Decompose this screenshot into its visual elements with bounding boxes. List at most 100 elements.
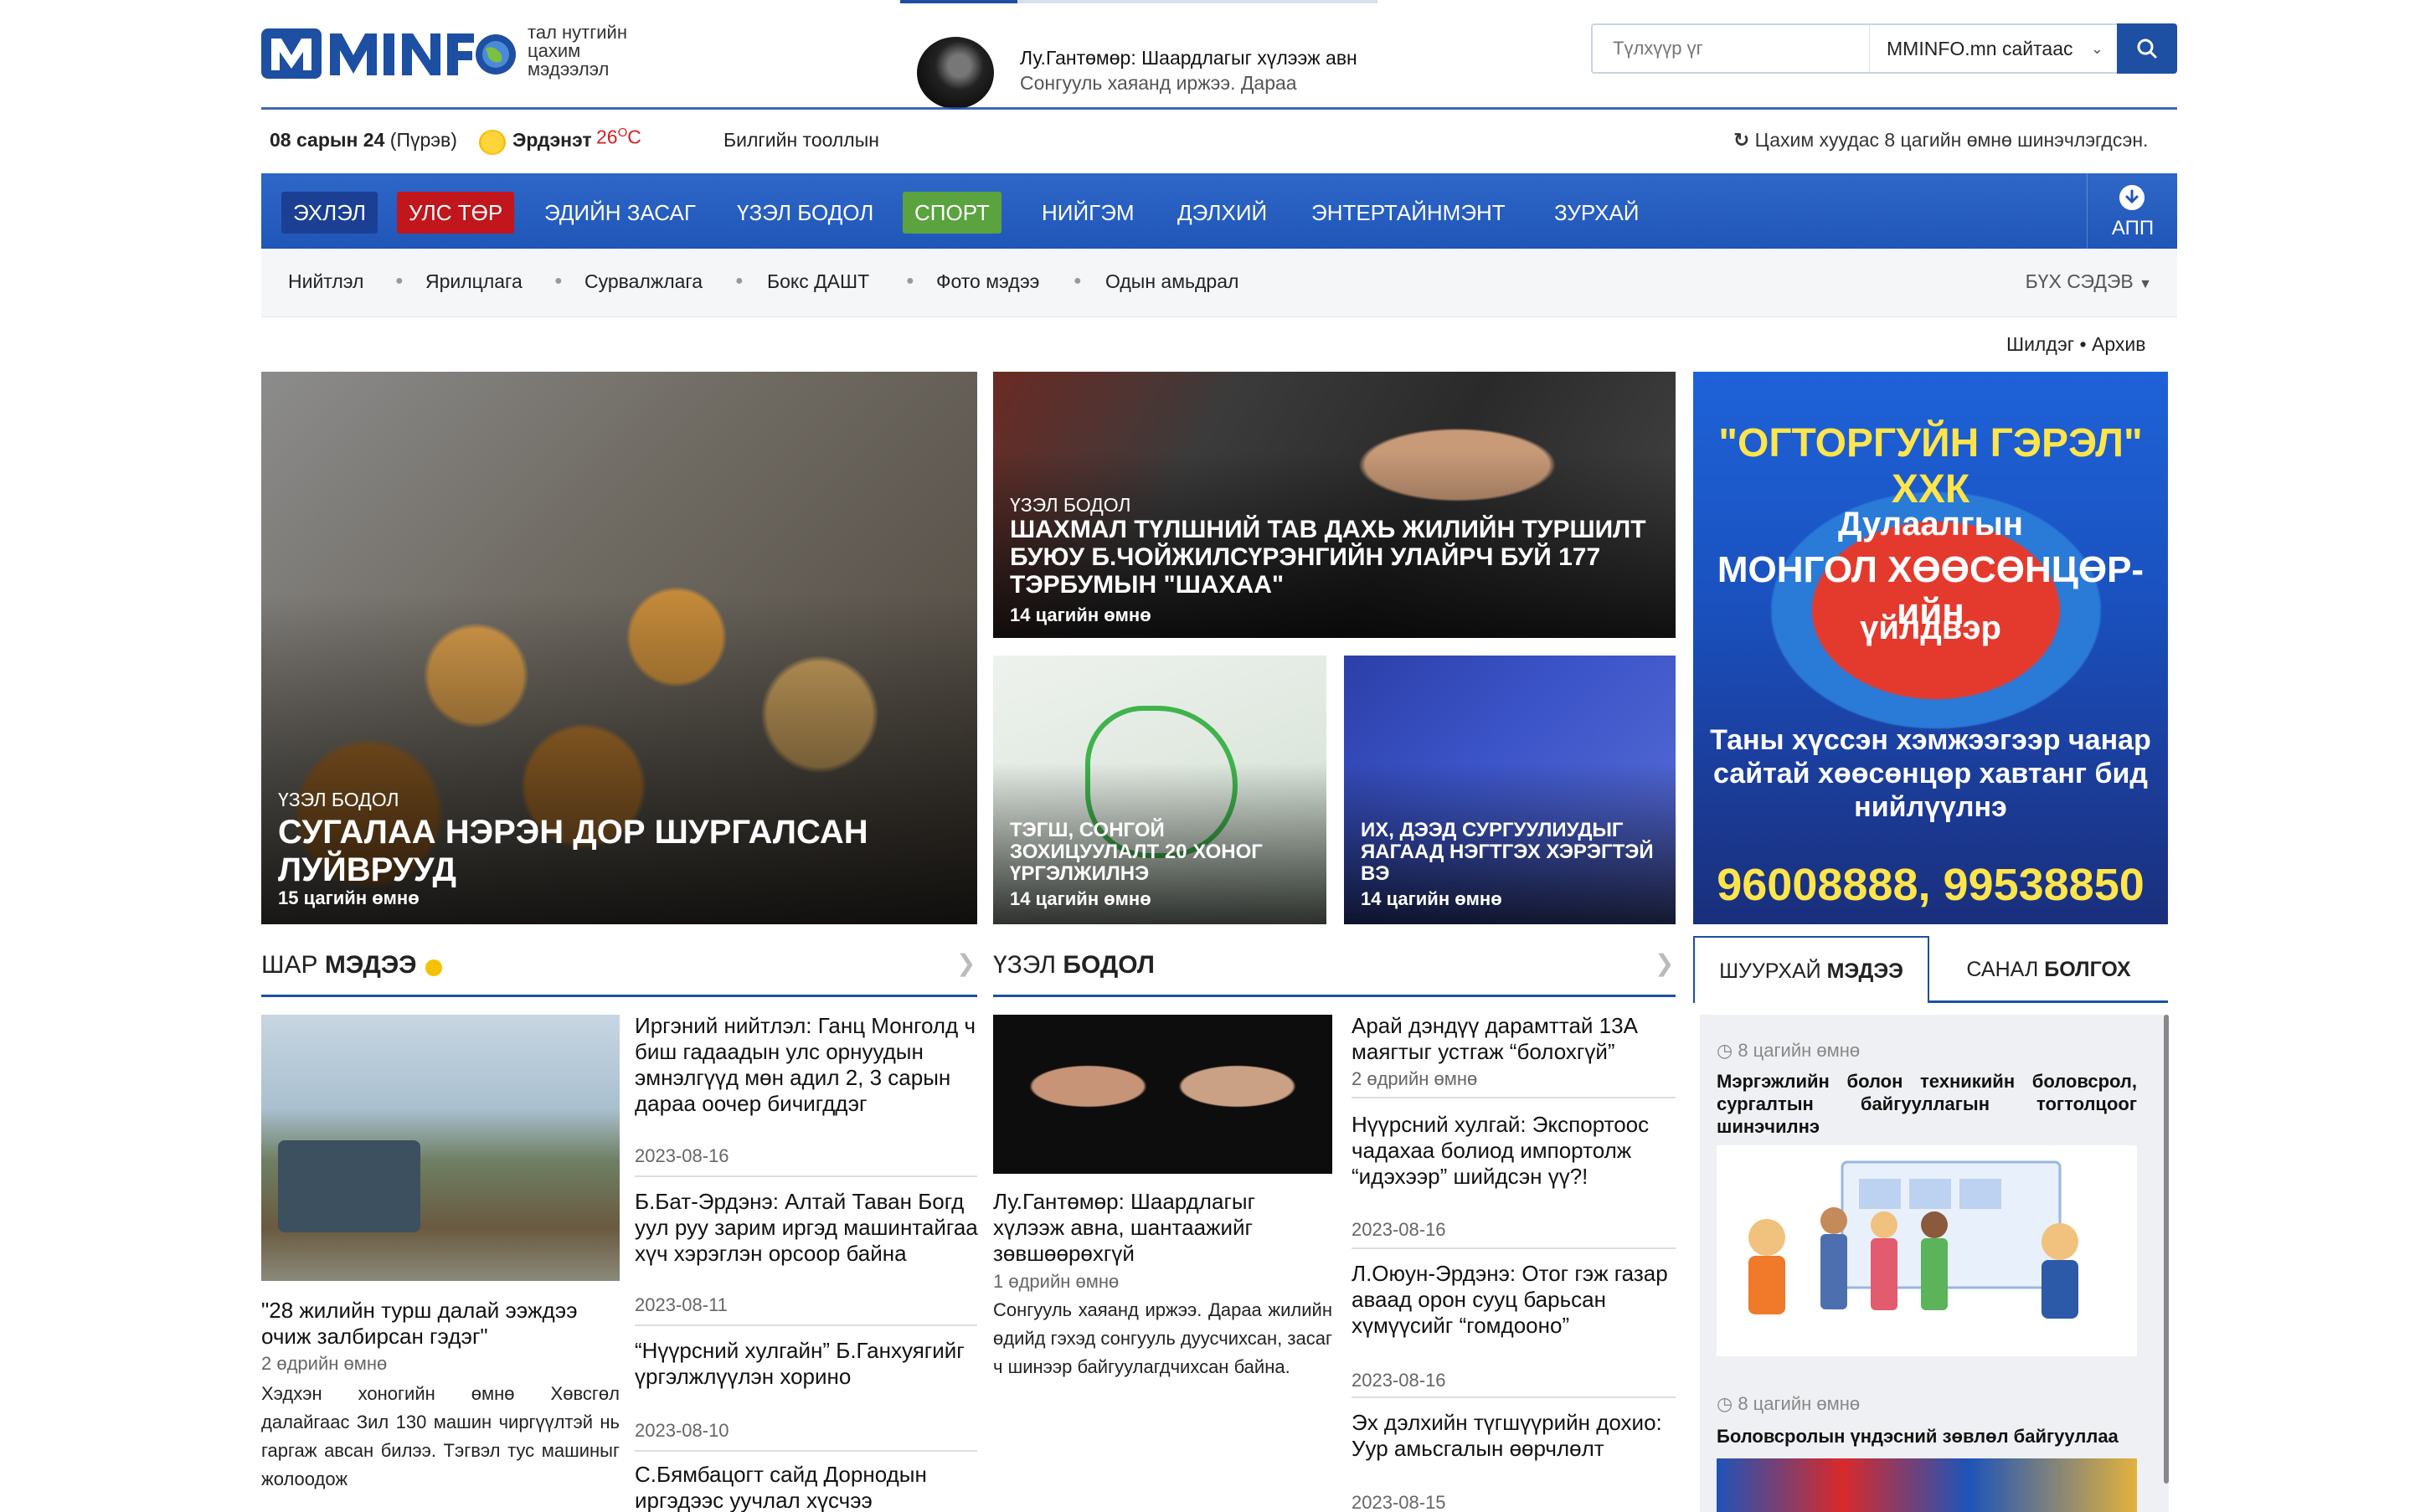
nav-item-entertainment[interactable]: ЭНТЕРТАЙНМЭНТ — [1300, 192, 1517, 234]
subnav-separator: ● — [735, 274, 744, 288]
weather-temperature: 26OC — [596, 126, 641, 149]
nav-item-sport[interactable]: СПОРТ — [903, 192, 1001, 234]
ad-company: "ОГТОРГУЙН ГЭРЭЛ" ХХК — [1718, 421, 2143, 512]
all-topics-dropdown[interactable]: БҮХ СЭДЭВ ▼ — [2026, 270, 2152, 293]
list-divider — [1352, 1097, 1676, 1098]
story-title[interactable]: Арай дэндүү дарамттай 13А маягтыг устгаж… — [1352, 1013, 1678, 1065]
app-download-button[interactable]: АПП — [2087, 173, 2177, 249]
app-label: АПП — [2111, 217, 2155, 239]
top-links: Шилдэг • Архив — [2006, 333, 2145, 356]
subnav-item[interactable]: Фото мэдээ — [936, 270, 1039, 293]
ad-slogan: Таны хүссэн хэмжээгээр чанар сайтай хөөс… — [1710, 724, 2151, 823]
refresh-icon[interactable]: ↻ — [1733, 129, 1749, 151]
nav-item-economy[interactable]: ЭДИЙН ЗАСАГ — [533, 192, 708, 234]
story-title[interactable]: Лу.Гантөмөр: Шаардлагыг хүлээж авна, шан… — [993, 1189, 1332, 1267]
tab-breaking-news[interactable]: ШУУРХАЙ МЭДЭЭ — [1693, 936, 1929, 1003]
nav-item-world[interactable]: ДЭЛХИЙ — [1166, 192, 1279, 234]
subnav-item[interactable]: Бокс ДАШТ — [767, 270, 869, 293]
subnav-separator: ● — [554, 274, 563, 288]
sub-nav: Нийтлэл ● Ярилцлага ● Сурвалжлага ● Бокс… — [261, 249, 2177, 317]
date-bold: 08 сарын 24 — [270, 129, 385, 151]
section-title-opinion[interactable]: ҮЗЭЛ БОДОЛ — [993, 951, 1155, 980]
feed-time-text: 8 цагийн өмнө — [1738, 1040, 1861, 1061]
search-scope-label: MMINFO.mn сайтаас — [1887, 38, 2073, 59]
subnav-separator: ● — [1074, 274, 1082, 288]
main-nav: ЭХЛЭЛ УЛС ТӨР ЭДИЙН ЗАСАГ ҮЗЭЛ БОДОЛ СПО… — [261, 173, 2177, 249]
archive-link[interactable]: Архив — [2092, 333, 2145, 355]
hero-main-story[interactable]: ҮЗЭЛ БОДОЛ СУГАЛАА НЭРЭН ДОР ШУРГАЛСАН Л… — [261, 372, 977, 924]
best-link[interactable]: Шилдэг — [2006, 333, 2074, 355]
site-logo[interactable] — [261, 25, 521, 82]
yellow-dot-icon — [425, 959, 442, 976]
chevron-right-icon[interactable]: ❯ — [956, 949, 976, 977]
story-date: 2 өдрийн өмнө — [261, 1353, 388, 1374]
tab-suggestions[interactable]: САНАЛ БОЛГОХ — [1929, 936, 2168, 1003]
subnav-item[interactable]: Одын амьдрал — [1105, 270, 1238, 293]
feed-time: ◷ 8 цагийн өмнө — [1717, 1040, 1860, 1062]
ticker-thumbnail[interactable] — [917, 37, 994, 109]
chevron-right-icon[interactable]: ❯ — [1655, 949, 1674, 977]
story-title[interactable]: ШАХМАЛ ТҮЛШНИЙ ТАВ ДАХЬ ЖИЛИЙН ТУРШИЛТ Б… — [1010, 516, 1659, 599]
logo-tagline: тал нутгийн цахим мэдээлэл — [528, 23, 670, 79]
story-title[interactable]: ТЭГШ, СОНГОЙ ЗОХИЦУУЛАЛТ 20 ХОНОГ ҮРГЭЛЖ… — [1010, 820, 1310, 885]
nav-item-politics[interactable]: УЛС ТӨР — [397, 192, 515, 234]
nav-item-home[interactable]: ЭХЛЭЛ — [281, 192, 378, 234]
link-separator: • — [2079, 333, 2087, 355]
list-divider — [1352, 1247, 1676, 1249]
search-box: MMINFO.mn сайтаас ⌄ — [1591, 23, 2177, 74]
story-time: 14 цагийн өмнө — [1010, 888, 1151, 909]
section-title-bold: МЭДЭЭ — [324, 951, 417, 979]
story-title[interactable]: ИХ, ДЭЭД СУРГУУЛИУДЫГ ЯАГААД НЭГТГЭХ ХЭР… — [1361, 820, 1659, 885]
nav-item-horoscope[interactable]: ЗУРХАЙ — [1542, 192, 1650, 234]
tab-label-bold: БОЛГОХ — [2044, 958, 2131, 981]
hero-fourth-story[interactable]: ИХ, ДЭЭД СУРГУУЛИУДЫГ ЯАГААД НЭГТГЭХ ХЭР… — [1344, 656, 1676, 924]
ticker-title[interactable]: Лу.Гантөмөр: Шаардлагыг хүлээж авн — [1020, 47, 1357, 69]
update-status: ↻ Цахим хуудас 8 цагийн өмнө шинэчлэгдсэ… — [1733, 129, 2148, 152]
hero-third-story[interactable]: ТЭГШ, СОНГОЙ ЗОХИЦУУЛАЛТ 20 ХОНОГ ҮРГЭЛЖ… — [993, 656, 1326, 924]
search-icon — [2137, 39, 2157, 59]
subnav-item[interactable]: Сурвалжлага — [584, 270, 703, 293]
story-title[interactable]: “Нүүрсний хулгайн” Б.Ганхуягийг үргэлжлү… — [635, 1338, 978, 1390]
subnav-item[interactable]: Нийтлэл — [288, 270, 363, 293]
tab-label: ШУУРХАЙ — [1719, 959, 1821, 983]
feed-scrollbar[interactable] — [2164, 1015, 2169, 1484]
weather-unit: C — [627, 126, 641, 148]
education-illustration-icon — [1748, 1160, 2078, 1319]
ticker-subtitle[interactable]: Сонгууль хаяанд иржээ. Дараа — [1020, 72, 1297, 95]
nav-item-opinion[interactable]: ҮЗЭЛ БОДОЛ — [725, 192, 885, 234]
search-input[interactable] — [1593, 25, 1869, 72]
story-title[interactable]: СУГАЛАА НЭРЭН ДОР ШУРГАЛСАН ЛУЙВРУУД — [278, 814, 960, 889]
clock-icon: ◷ — [1717, 1040, 1733, 1061]
search-button[interactable] — [2117, 23, 2177, 74]
breaking-news-feed: ◷ 8 цагийн өмнө Мэргэжлийн болон техники… — [1700, 1015, 2169, 1512]
hero-second-story[interactable]: ҮЗЭЛ БОДОЛ ШАХМАЛ ТҮЛШНИЙ ТАВ ДАХЬ ЖИЛИЙ… — [993, 372, 1676, 638]
story-date: 2023-08-16 — [635, 1145, 729, 1166]
download-icon — [2119, 185, 2145, 210]
subnav-separator: ● — [395, 274, 404, 288]
ticker-secondary[interactable]: Билгийн тооллын — [723, 129, 879, 152]
story-title[interactable]: Нүүрсний хулгай: Экспортоос чадахаа боли… — [1352, 1112, 1678, 1190]
story-title[interactable]: Л.Оюун-Эрдэнэ: Отог гэж газар аваад орон… — [1352, 1261, 1678, 1339]
story-title[interactable]: Эх дэлхийн түгшүүрийн дохио: Уур амьсгал… — [1352, 1410, 1678, 1462]
nav-item-society[interactable]: НИЙГЭМ — [1030, 192, 1146, 234]
header-divider — [261, 107, 2177, 110]
feed-title[interactable]: Боловсролын үндэсний зөвлөл байгууллаа — [1717, 1425, 2137, 1448]
story-image[interactable] — [993, 1015, 1332, 1174]
story-title[interactable]: Иргэний нийтлэл: Ганц Монголд ч биш гада… — [635, 1013, 978, 1117]
story-title[interactable]: Б.Бат-Эрдэнэ: Алтай Таван Богд уул руу з… — [635, 1189, 978, 1267]
story-time: 14 цагийн өмнө — [1361, 888, 1502, 909]
story-image[interactable] — [261, 1015, 620, 1281]
section-title-bold: БОДОЛ — [1063, 951, 1155, 979]
advertisement-banner[interactable]: "ОГТОРГУЙН ГЭРЭЛ" ХХК Дулаалгын МОНГОЛ Х… — [1693, 372, 2168, 924]
story-lead: Сонгууль хаяанд иржээ. Дараа жилийн өдий… — [993, 1299, 1332, 1377]
feed-image[interactable] — [1717, 1145, 2137, 1356]
feed-title[interactable]: Мэргэжлийн болон техникийн боловсрол, су… — [1717, 1070, 2137, 1138]
story-title[interactable]: С.Бямбацогт сайд Дорнодын иргэдээс уучла… — [635, 1462, 978, 1512]
search-scope-select[interactable]: MMINFO.mn сайтаас ⌄ — [1869, 25, 2114, 72]
section-title-part: ШАР — [261, 951, 318, 979]
story-title[interactable]: "28 жилийн турш далай ээждээ очиж залбир… — [261, 1298, 620, 1350]
list-divider — [635, 1175, 977, 1177]
feed-image[interactable] — [1717, 1458, 2137, 1512]
subnav-item[interactable]: Ярилцлага — [425, 270, 523, 293]
section-title-yellow-news[interactable]: ШАР МЭДЭЭ — [261, 951, 417, 980]
